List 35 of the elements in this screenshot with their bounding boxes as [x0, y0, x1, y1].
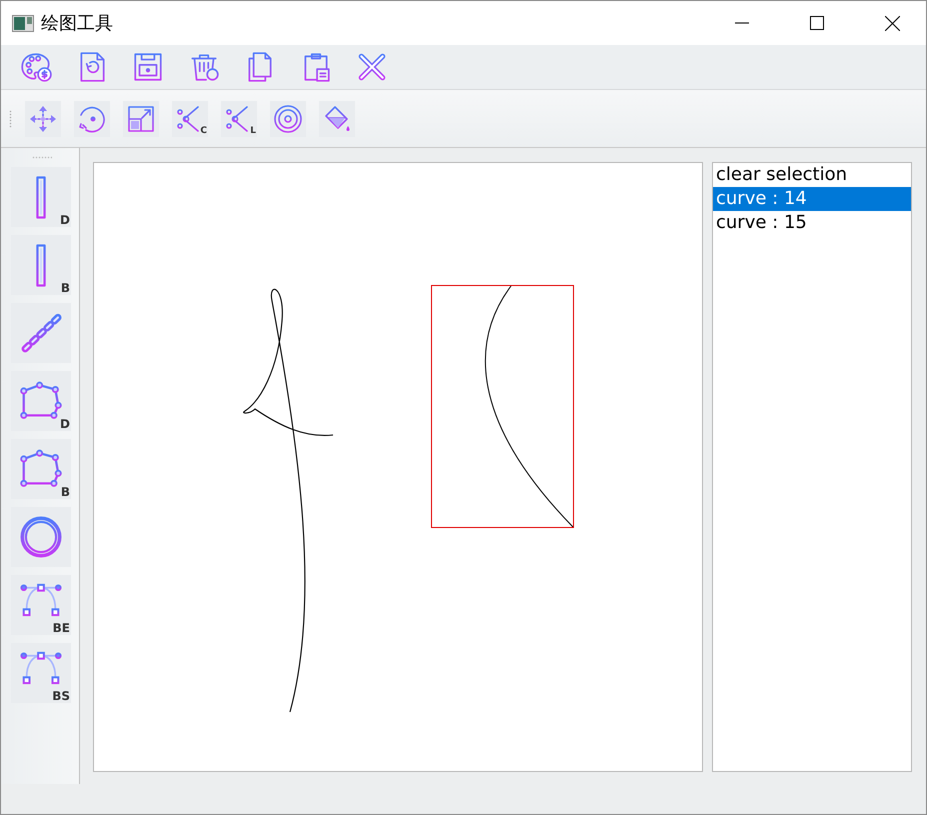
- target-tool-button[interactable]: [270, 100, 306, 136]
- tool-label: C: [200, 126, 207, 136]
- scissors-tool-button[interactable]: L: [221, 100, 257, 136]
- rotate-tool-button[interactable]: [74, 100, 110, 136]
- tool-label: BS: [52, 690, 70, 702]
- vertical-bar-icon: [36, 176, 46, 218]
- app-icon: [12, 14, 34, 32]
- list-item[interactable]: curve : 14: [713, 187, 911, 211]
- vertical-bar-tool-button[interactable]: B: [11, 235, 71, 295]
- list-item[interactable]: clear selection: [713, 163, 911, 187]
- ring-icon: [18, 514, 64, 560]
- bezier-curve-tool-button[interactable]: BS: [11, 643, 71, 703]
- tool-label: B: [60, 282, 70, 294]
- list-item[interactable]: curve : 15: [713, 211, 911, 235]
- target-icon: [272, 102, 304, 134]
- close-icon[interactable]: [884, 16, 900, 30]
- vertical-bar-icon: [36, 244, 46, 286]
- tool-label: BE: [52, 622, 70, 634]
- polygon-tool-button[interactable]: B: [11, 439, 71, 499]
- bezier-curve-tool-button[interactable]: BE: [11, 575, 71, 635]
- dashed-line-tool-button[interactable]: [11, 303, 71, 363]
- tool-label: B: [60, 486, 70, 498]
- tool-label: L: [250, 126, 256, 136]
- scissors-tool-button[interactable]: C: [172, 100, 208, 136]
- vertical-bar-tool-button[interactable]: D: [11, 167, 71, 227]
- minimize-icon[interactable]: [735, 22, 749, 24]
- move-arrows-tool-button[interactable]: [25, 100, 61, 136]
- tool-label: D: [60, 214, 70, 226]
- tool-label: D: [60, 418, 70, 430]
- polygon-tool-button[interactable]: D: [11, 371, 71, 431]
- ring-tool-button[interactable]: [11, 507, 71, 567]
- window-title: 绘图工具: [41, 12, 114, 35]
- paint-bucket-tool-button[interactable]: [319, 100, 355, 136]
- maximize-icon[interactable]: [810, 16, 824, 30]
- resize-tool-button[interactable]: [123, 100, 159, 136]
